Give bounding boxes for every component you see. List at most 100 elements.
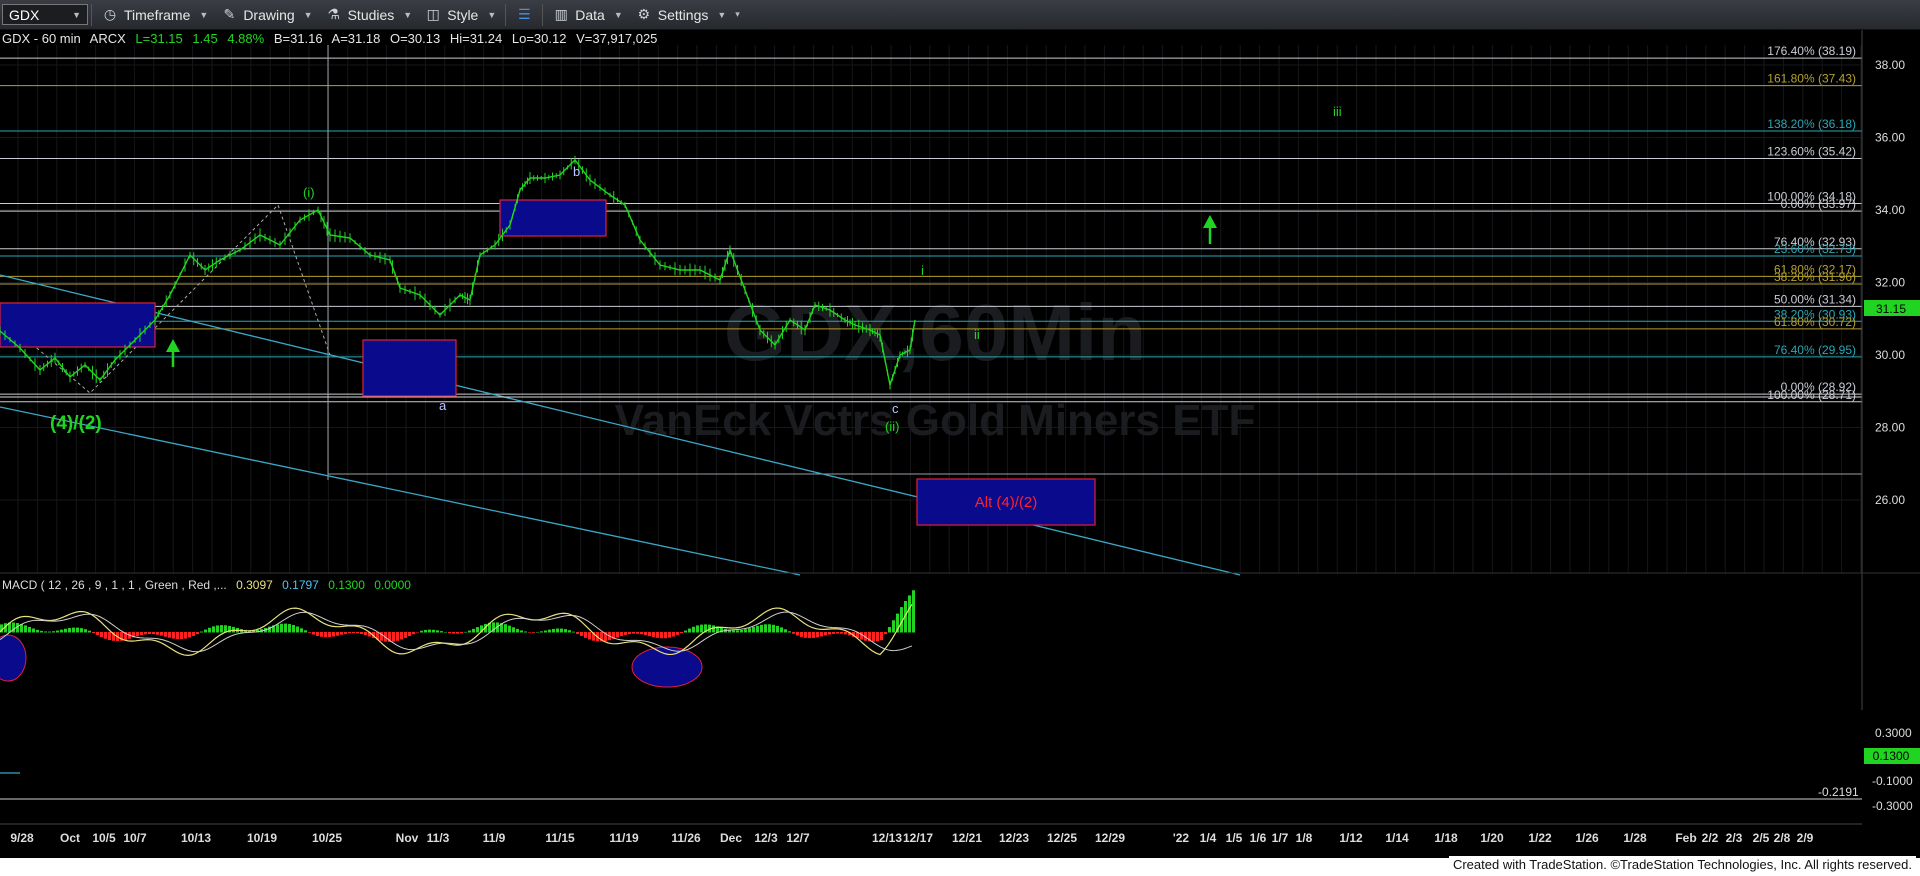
info-exchange: ARCX (90, 31, 126, 46)
bar-chart-icon: ▥ (554, 6, 568, 22)
price-tick-4: 30.00 (1875, 348, 1905, 362)
time-label-39: 2/8 (1774, 831, 1791, 845)
macd-current-value: 0.1300 (1873, 749, 1910, 763)
time-label-26: 1/7 (1272, 831, 1289, 845)
fib-label-0: 176.40% (38.19) (1767, 44, 1856, 58)
wave-label-a: a (439, 398, 447, 413)
alt-box-label: Alt (4)/(2) (975, 494, 1038, 511)
time-label-4: 10/13 (181, 831, 211, 845)
chevron-down-icon: ▼ (487, 9, 497, 20)
time-label-34: 1/28 (1623, 831, 1647, 845)
fib-label-1: 161.80% (37.43) (1767, 72, 1856, 86)
macd-oval-mid[interactable] (631, 646, 703, 688)
macd-oval-left[interactable] (0, 634, 27, 682)
fib-label-9: 38.20% (31.96) (1774, 270, 1856, 284)
settings-button[interactable]: ⚙ Settings ▼ ▾ (629, 2, 746, 27)
wave-a-box[interactable] (362, 339, 457, 397)
fib-label-15: 100.00% (28.71) (1767, 388, 1856, 402)
time-label-3: 10/7 (123, 831, 147, 845)
macd-axis-bg (1862, 574, 1920, 710)
info-change: 1.45 (192, 31, 217, 46)
time-label-19: 12/23 (999, 831, 1029, 845)
time-label-2: 10/5 (92, 831, 116, 845)
wave-label-b: b (573, 164, 580, 179)
macd-histogram (0, 590, 915, 642)
macd-value-1: 0.3097 (236, 578, 273, 592)
data-button[interactable]: ▥ Data ▼ (546, 2, 629, 27)
dashed-projection-line[interactable] (0, 204, 331, 394)
style-label: Style (447, 6, 479, 23)
time-label-40: 2/9 (1797, 831, 1814, 845)
up-arrow-left (166, 339, 180, 367)
studies-label: Studies (347, 6, 395, 23)
toolbar-divider (505, 3, 507, 26)
info-volume: V=37,917,025 (576, 31, 657, 46)
macd-line (0, 603, 913, 657)
info-bar: GDX - 60 min ARCX L=31.15 1.45 4.88% B=3… (2, 31, 657, 46)
time-label-36: 2/2 (1702, 831, 1719, 845)
toolbar-divider (91, 3, 92, 26)
time-label-17: 12/17 (903, 831, 933, 845)
wave-label-c: c (892, 401, 899, 416)
symbol-selector[interactable]: GDX ▼ (2, 4, 88, 25)
clock-icon: ◷ (103, 6, 117, 22)
macd-value-3: 0.1300 (328, 578, 365, 592)
wave-label-i: i (921, 263, 924, 278)
price-tick-6: 26.00 (1875, 493, 1905, 507)
time-label-6: 10/25 (312, 831, 342, 845)
drawing-button[interactable]: ✎ Drawing ▼ (214, 2, 318, 27)
up-arrow-right (1203, 215, 1217, 244)
main-toolbar: GDX ▼ ◷ Timeframe ▼ ✎ Drawing ▼ ⚗ Studie… (0, 0, 1920, 30)
time-label-38: 2/5 (1753, 831, 1770, 845)
time-label-30: 1/18 (1434, 831, 1458, 845)
chevron-down-icon: ▼ (72, 9, 81, 20)
time-label-21: 12/29 (1095, 831, 1125, 845)
current-price-value: 31.15 (1876, 302, 1906, 316)
time-axis[interactable]: 9/28 Oct 10/5 10/7 10/13 10/19 10/25 Nov 11/3 11/… (10, 831, 1813, 845)
time-label-23: 1/4 (1200, 831, 1217, 845)
style-button[interactable]: ◫ Style ▼ (418, 2, 502, 27)
price-tick-3: 32.00 (1875, 276, 1905, 290)
time-label-9: 11/9 (483, 831, 506, 845)
overflow-icon: ▾ (735, 9, 740, 19)
chevron-down-icon: ▼ (613, 9, 623, 20)
fib-label-13: 76.40% (29.95) (1774, 343, 1856, 357)
chevron-down-icon: ▼ (403, 9, 413, 20)
time-label-20: 12/25 (1047, 831, 1077, 845)
macd-tick-3: -0.3000 (1872, 799, 1913, 813)
layout-button[interactable]: ☰ (509, 2, 539, 27)
time-label-0: 9/28 (10, 831, 34, 845)
time-label-15: 12/7 (786, 831, 810, 845)
pencil-icon: ✎ (223, 6, 236, 22)
info-title: GDX - 60 min (2, 31, 81, 46)
macd-value-4: 0.0000 (374, 578, 411, 592)
time-label-14: 12/3 (754, 831, 778, 845)
chart-canvas[interactable]: GDX,60Min VanEck Vctrs Gold Miners ETF G… (0, 30, 1920, 858)
studies-button[interactable]: ⚗ Studies ▼ (319, 2, 419, 27)
support-box-left[interactable] (0, 302, 156, 348)
info-last: L=31.15 (135, 31, 182, 46)
time-label-33: 1/26 (1575, 831, 1599, 845)
time-label-32: 1/22 (1528, 831, 1552, 845)
macd-value-2: 0.1797 (282, 578, 319, 592)
macd-header: MACD ( 12 , 26 , 9 , 1 , 1 , Green , Red… (2, 578, 411, 592)
gear-icon: ⚙ (637, 6, 651, 22)
timeframe-button[interactable]: ◷ Timeframe ▼ (95, 2, 214, 27)
time-label-11: 11/19 (609, 831, 639, 845)
footer-credit: Created with TradeStation. ©TradeStation… (1448, 856, 1916, 876)
fib-label-7: 23.60% (32.73) (1774, 242, 1856, 256)
time-label-18: 12/21 (952, 831, 982, 845)
chart-style-icon: ◫ (426, 6, 440, 22)
chevron-down-icon: ▼ (303, 9, 313, 20)
info-bid: B=31.16 (274, 31, 323, 46)
fib-label-3: 123.60% (35.42) (1767, 145, 1856, 159)
timeframe-label: Timeframe (124, 6, 191, 23)
chevron-down-icon: ▼ (199, 9, 209, 20)
fib-label-2: 138.20% (36.18) (1767, 117, 1856, 131)
wave-label-ii-paren: (ii) (885, 419, 899, 434)
info-high: Hi=31.24 (450, 31, 502, 46)
fib-label-10: 50.00% (31.34) (1774, 292, 1856, 306)
data-label: Data (575, 6, 605, 23)
symbol-text: GDX (9, 6, 40, 23)
macd-level-label: -0.2191 (1818, 785, 1859, 799)
